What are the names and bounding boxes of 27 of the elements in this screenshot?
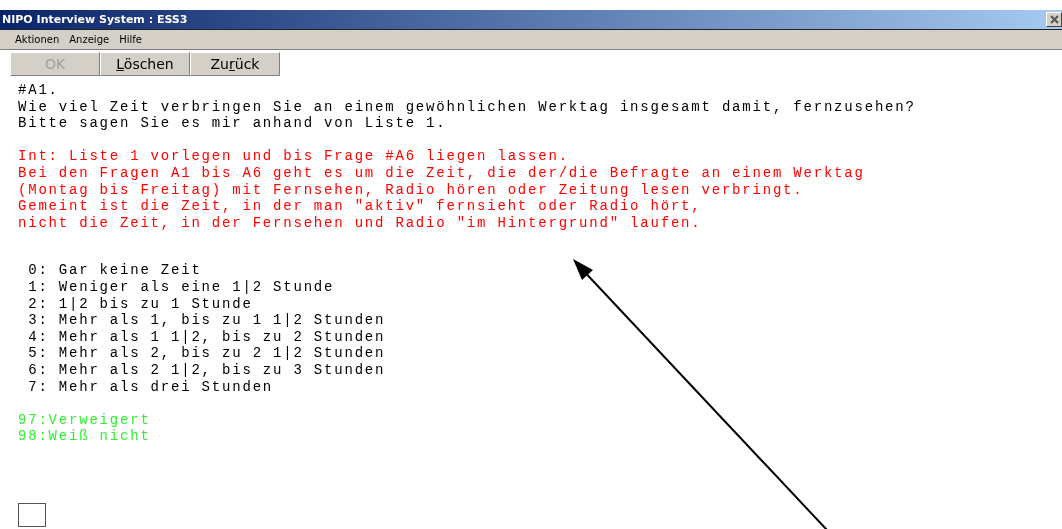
menu-item[interactable]: Hilfe [119,34,142,45]
question-text: Bitte sagen Sie es mir anhand von Liste 1. [18,115,448,132]
answer-field[interactable] [18,502,46,527]
answer-option: 5: Mehr als 2, bis zu 2 1|2 Stunden [18,345,1062,362]
interviewer-instruction: (Montag bis Freitag) mit Fernsehen, Radio hören oder Zeitung lesen verbringt. [18,181,805,199]
answer-option: 4: Mehr als 1 1|2, bis zu 2 Stunden [18,328,1062,346]
answer-option: 98:Weiß nicht [18,428,1062,445]
answer-option: 97:Verweigert [18,411,1062,429]
interviewer-instruction: nicht die Zeit, in der Fernsehen und Radio "im Hintergrund" laufen. [18,214,703,232]
interviewer-instruction: Bei den Fragen A1 bis A6 geht es um die Zeit, die der/die Befragte an einem Werktag [18,164,866,182]
question-text: Wie viel Zeit verbringen Sie an einem gewöhnlichen Werktag insgesamt damit, fernzusehen? [18,98,917,116]
toolbar-button[interactable]: Löschen [100,52,190,76]
interviewer-instruction: Gemeint ist die Zeit, in der man "aktiv" fernsieht oder Radio hört, [18,198,703,215]
window-title: NIPO Interview System : ESS3 [1,13,188,26]
menu-item[interactable]: Aktionen [15,34,60,45]
interviewer-instruction: Int: Liste 1 vorlegen und bis Frage #A6 liegen lassen. [18,148,570,165]
menu-item[interactable]: Anzeige [69,34,110,45]
answer-option: 0: Gar keine Zeit [18,262,1062,279]
answer-option: 7: Mehr als drei Stunden [18,378,1062,396]
close-icon [1049,15,1059,24]
question-id: #A1. [18,82,60,99]
answer-option: 1: Weniger als eine 1|2 Stunde [18,278,1062,296]
close-button[interactable] [1046,12,1062,27]
toolbar-button[interactable]: Zurück [190,52,280,76]
answer-option: 3: Mehr als 1, bis zu 1 1|2 Stunden [18,312,1062,329]
answer-option: 2: 1|2 bis zu 1 Stunde [18,295,1062,313]
answer-option: 6: Mehr als 2 1|2, bis zu 3 Stunden [18,361,1062,379]
